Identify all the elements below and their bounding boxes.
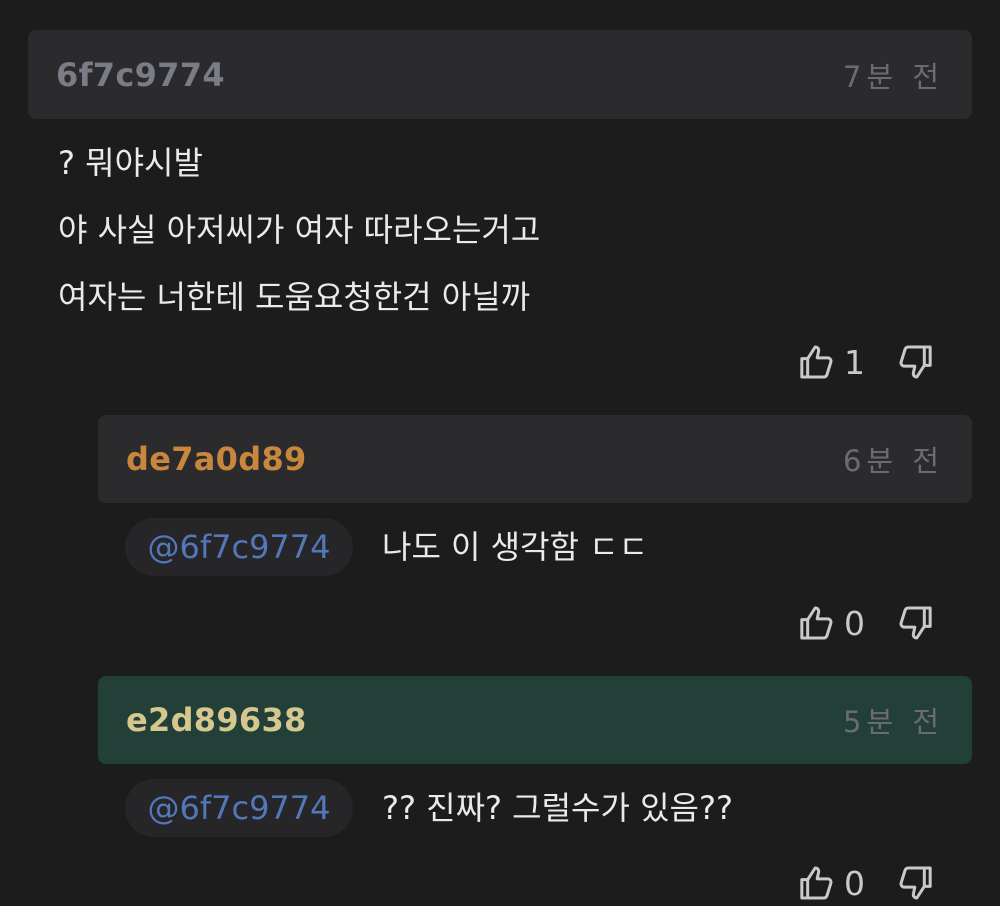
like-button[interactable]: [796, 862, 836, 904]
comment-author[interactable]: 6f7c9774: [56, 56, 225, 94]
mention-tag[interactable]: @6f7c9774: [125, 779, 353, 837]
comment-line: 여자는 너한테 도움요청한건 아닐까: [58, 278, 531, 316]
reply-body: 나도 이 생각함 ㄷㄷ: [382, 528, 649, 566]
vote-bar: 0: [796, 861, 936, 905]
reply-author[interactable]: de7a0d89: [126, 440, 307, 478]
reply-body: ?? 진짜? 그럴수가 있음??: [382, 789, 733, 827]
like-count: 1: [844, 342, 865, 382]
comment-line: ? 뭐야시발: [58, 144, 203, 182]
reply-header-highlighted: e2d89638 5분 전: [98, 676, 972, 764]
dislike-button[interactable]: [896, 602, 936, 644]
reply-header: de7a0d89 6분 전: [98, 415, 972, 503]
dislike-button[interactable]: [896, 862, 936, 904]
comment-body: ? 뭐야시발 야 사실 아저씨가 여자 따라오는거고 여자는 너한테 도움요청한…: [58, 130, 540, 331]
thumbs-down-icon: [899, 866, 932, 900]
mention-tag[interactable]: @6f7c9774: [125, 518, 353, 576]
comment-timestamp: 7분 전: [842, 59, 944, 94]
reply-timestamp: 5분 전: [842, 705, 944, 739]
thumbs-down-icon: [899, 606, 932, 640]
like-count: 0: [844, 603, 865, 643]
thumbs-up-icon: [800, 606, 833, 640]
reply-timestamp: 6분 전: [842, 444, 944, 478]
thumbs-down-icon: [899, 345, 932, 379]
vote-bar: 1: [796, 340, 936, 384]
comment-line: 야 사실 아저씨가 여자 따라오는거고: [58, 211, 541, 249]
dislike-button[interactable]: [896, 341, 936, 383]
comment-header: 6f7c9774 7분 전: [28, 30, 972, 119]
thumbs-up-icon: [800, 866, 833, 900]
like-button[interactable]: [796, 602, 836, 644]
reply-author[interactable]: e2d89638: [126, 701, 307, 739]
thumbs-up-icon: [800, 345, 833, 379]
vote-bar: 0: [796, 601, 936, 645]
like-count: 0: [844, 863, 865, 903]
like-button[interactable]: [796, 341, 836, 383]
